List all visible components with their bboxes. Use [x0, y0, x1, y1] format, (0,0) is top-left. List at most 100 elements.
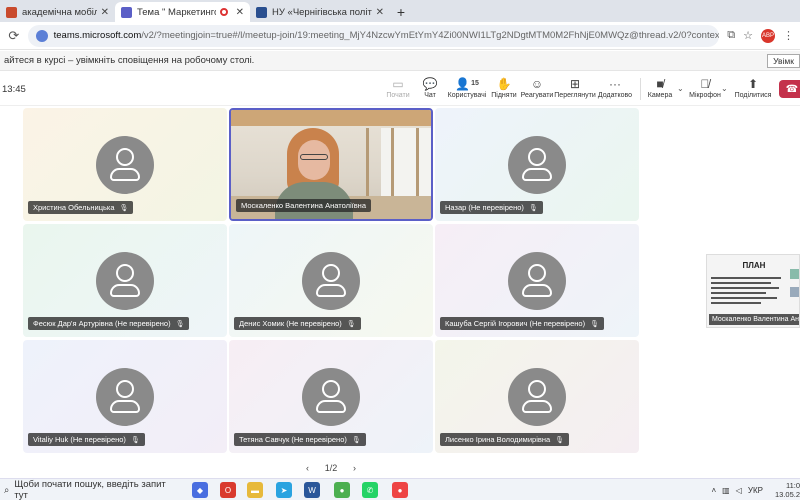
- slide-text-line: [711, 277, 781, 279]
- browser-tab-polytech[interactable]: НУ «Чернігівська політехніка» ✕: [250, 2, 390, 22]
- network-icon[interactable]: ▥: [722, 486, 730, 495]
- participant-name-tag: Лисенко Ірина Володимирівна 🎙: [440, 433, 570, 446]
- muted-mic-icon: 🎙: [555, 436, 565, 444]
- glasses: [300, 154, 328, 160]
- participant-tile[interactable]: Назар (Не перевірено) 🎙: [435, 108, 639, 221]
- browser-tab-mobility[interactable]: академічна мобільність ЮФНП ✕: [0, 2, 115, 22]
- bookmark-star-icon[interactable]: ☆: [743, 29, 753, 42]
- participant-tile[interactable]: Фесюк Дар'я Артурівна (Не перевірено) 🎙: [23, 224, 227, 337]
- people-icon: 👤 15: [455, 76, 479, 91]
- slide-text-line: [711, 302, 761, 304]
- new-tab-button[interactable]: +: [390, 2, 412, 22]
- camera-off-icon: ■̸: [656, 76, 664, 91]
- control-label: Переглянути: [554, 92, 596, 99]
- share-button[interactable]: ⬆ Поділитися: [731, 75, 775, 100]
- whatsapp-icon[interactable]: ✆: [362, 482, 378, 498]
- muted-mic-icon: 🎙: [130, 436, 140, 444]
- volume-icon[interactable]: ◁: [736, 486, 742, 495]
- telegram-icon[interactable]: ➤: [276, 482, 292, 498]
- participant-name-tag: Vitaliy Huk (Не перевірено) 🎙: [28, 433, 145, 446]
- install-app-icon[interactable]: ⧉: [727, 29, 735, 42]
- pager-next-button[interactable]: ›: [353, 463, 356, 473]
- menu-icon[interactable]: ⋮: [783, 29, 794, 42]
- control-label: Додатково: [597, 92, 633, 99]
- url-path: /v2/?meetingjoin=true#/l/meetup-join/19:…: [141, 30, 720, 41]
- mic-options-chevron-icon[interactable]: ⌄: [721, 84, 728, 93]
- participant-video-tile[interactable]: Москаленко Валентина Анатоліївна: [229, 108, 433, 221]
- control-label: Користувачі: [447, 92, 487, 99]
- tab-close-icon[interactable]: ✕: [376, 7, 384, 18]
- notification-text: айтеся в курсі – увімкніть сповіщення на…: [4, 55, 255, 66]
- participant-name-tag: Фесюк Дар'я Артурівна (Не перевірено) 🎙: [28, 317, 190, 330]
- system-tray: ˄ ▥ ◁ УКР 11:0 13.05.2: [706, 479, 800, 500]
- windows-taskbar: ⌕ Щоби почати пошук, введіть запит тут ◆…: [0, 478, 800, 500]
- opera-icon[interactable]: O: [220, 482, 236, 498]
- record-icon: ▭: [392, 76, 404, 91]
- slide-image: [790, 287, 799, 297]
- view-button[interactable]: ⊞ Переглянути: [553, 75, 597, 100]
- participant-tile[interactable]: Кашуба Сергій Ігорович (Не перевірено) 🎙: [435, 224, 639, 337]
- meeting-toolbar: 13:45 ▭ Почати 💬 Чат 👤 15 Користувачі ✋ П…: [0, 72, 800, 106]
- tab-close-icon[interactable]: ✕: [236, 7, 244, 18]
- default-avatar-icon: [302, 252, 360, 310]
- control-label: Поділитися: [734, 92, 772, 99]
- pager-label: 1/2: [324, 463, 338, 473]
- extension-icon[interactable]: ABP: [761, 28, 775, 43]
- chrome-profile-icon[interactable]: ●: [392, 482, 408, 498]
- participant-name: Лисенко Ірина Володимирівна: [445, 435, 551, 444]
- more-button[interactable]: ··· Додатково: [593, 75, 637, 100]
- control-label: Камера: [647, 92, 673, 99]
- site-favicon-icon: [6, 6, 17, 18]
- gallery-pager: ‹ 1/2 ›: [306, 461, 356, 475]
- slide-image: [790, 269, 799, 279]
- enable-notifications-button[interactable]: Увімк: [767, 54, 800, 68]
- participant-name-tag: Назар (Не перевірено) 🎙: [440, 201, 543, 214]
- clock[interactable]: 11:0 13.05.2: [769, 481, 800, 499]
- address-bar: ⟳ teams.microsoft.com/v2/?meetingjoin=tr…: [0, 22, 800, 50]
- control-label: Реагувати: [520, 92, 554, 99]
- tray-chevron-icon[interactable]: ˄: [712, 486, 717, 495]
- control-label: Підняти: [491, 92, 517, 99]
- participant-tile[interactable]: Лисенко Ірина Володимирівна 🎙: [435, 340, 639, 453]
- taskbar-search[interactable]: ⌕ Щоби почати пошук, введіть запит тут: [0, 479, 176, 500]
- participant-name-tag: Денис Хомик (Не перевірено) 🎙: [234, 317, 361, 330]
- pager-prev-button[interactable]: ‹: [306, 463, 309, 473]
- participant-name: Назар (Не перевірено): [445, 203, 524, 212]
- participant-name-tag: Москаленко Валентина Анатоліївна: [236, 199, 371, 212]
- meeting-timer: 13:45: [2, 84, 26, 95]
- tab-title: Тема " Маркетингові стра: [137, 6, 216, 18]
- participant-tile[interactable]: Христина Обельницька 🎙: [23, 108, 227, 221]
- share-screen-icon: ⬆: [747, 76, 759, 91]
- chrome-icon[interactable]: ●: [334, 482, 350, 498]
- participant-tile[interactable]: Денис Хомик (Не перевірено) 🎙: [229, 224, 433, 337]
- camera-button[interactable]: ■̸ Камера: [638, 75, 682, 100]
- leave-call-button[interactable]: ☎: [779, 80, 800, 98]
- participant-name: Денис Хомик (Не перевірено): [239, 319, 342, 328]
- shared-content-preview[interactable]: ПЛАН Москаленко Валентина Ана: [706, 254, 800, 328]
- default-avatar-icon: [302, 368, 360, 426]
- word-icon[interactable]: W: [304, 482, 320, 498]
- participant-tile[interactable]: Vitaliy Huk (Не перевірено) 🎙: [23, 340, 227, 453]
- browser-tab-teams[interactable]: Тема " Маркетингові стра ✕: [115, 2, 250, 22]
- url-input[interactable]: teams.microsoft.com/v2/?meetingjoin=true…: [27, 24, 720, 47]
- chat-icon: 💬: [422, 76, 438, 91]
- browser-tab-strip: академічна мобільність ЮФНП ✕ Тема " Мар…: [0, 0, 800, 22]
- presenter-name-tag: Москаленко Валентина Ана: [709, 314, 799, 325]
- url-host: teams.microsoft.com: [53, 30, 142, 41]
- slide-text-line: [711, 282, 771, 284]
- file-explorer-icon[interactable]: ▬: [247, 482, 263, 498]
- people-count: 15: [471, 80, 479, 87]
- reload-icon[interactable]: ⟳: [6, 28, 22, 44]
- participant-name-tag: Тетяна Савчук (Не перевірено) 🎙: [234, 433, 366, 446]
- language-indicator[interactable]: УКР: [748, 486, 763, 495]
- hand-icon: ✋: [496, 76, 512, 91]
- muted-mic-icon: 🎙: [351, 436, 361, 444]
- hangup-icon: ☎: [785, 83, 799, 95]
- participant-tile[interactable]: Тетяна Савчук (Не перевірено) 🎙: [229, 340, 433, 453]
- mic-off-icon: 🎙̸: [700, 76, 710, 91]
- muted-mic-icon: 🎙: [175, 320, 185, 328]
- search-placeholder: Щоби почати пошук, введіть запит тут: [14, 479, 166, 500]
- widgets-icon[interactable]: ◆: [192, 482, 208, 498]
- tab-close-icon[interactable]: ✕: [101, 7, 109, 18]
- site-info-icon[interactable]: [35, 29, 48, 42]
